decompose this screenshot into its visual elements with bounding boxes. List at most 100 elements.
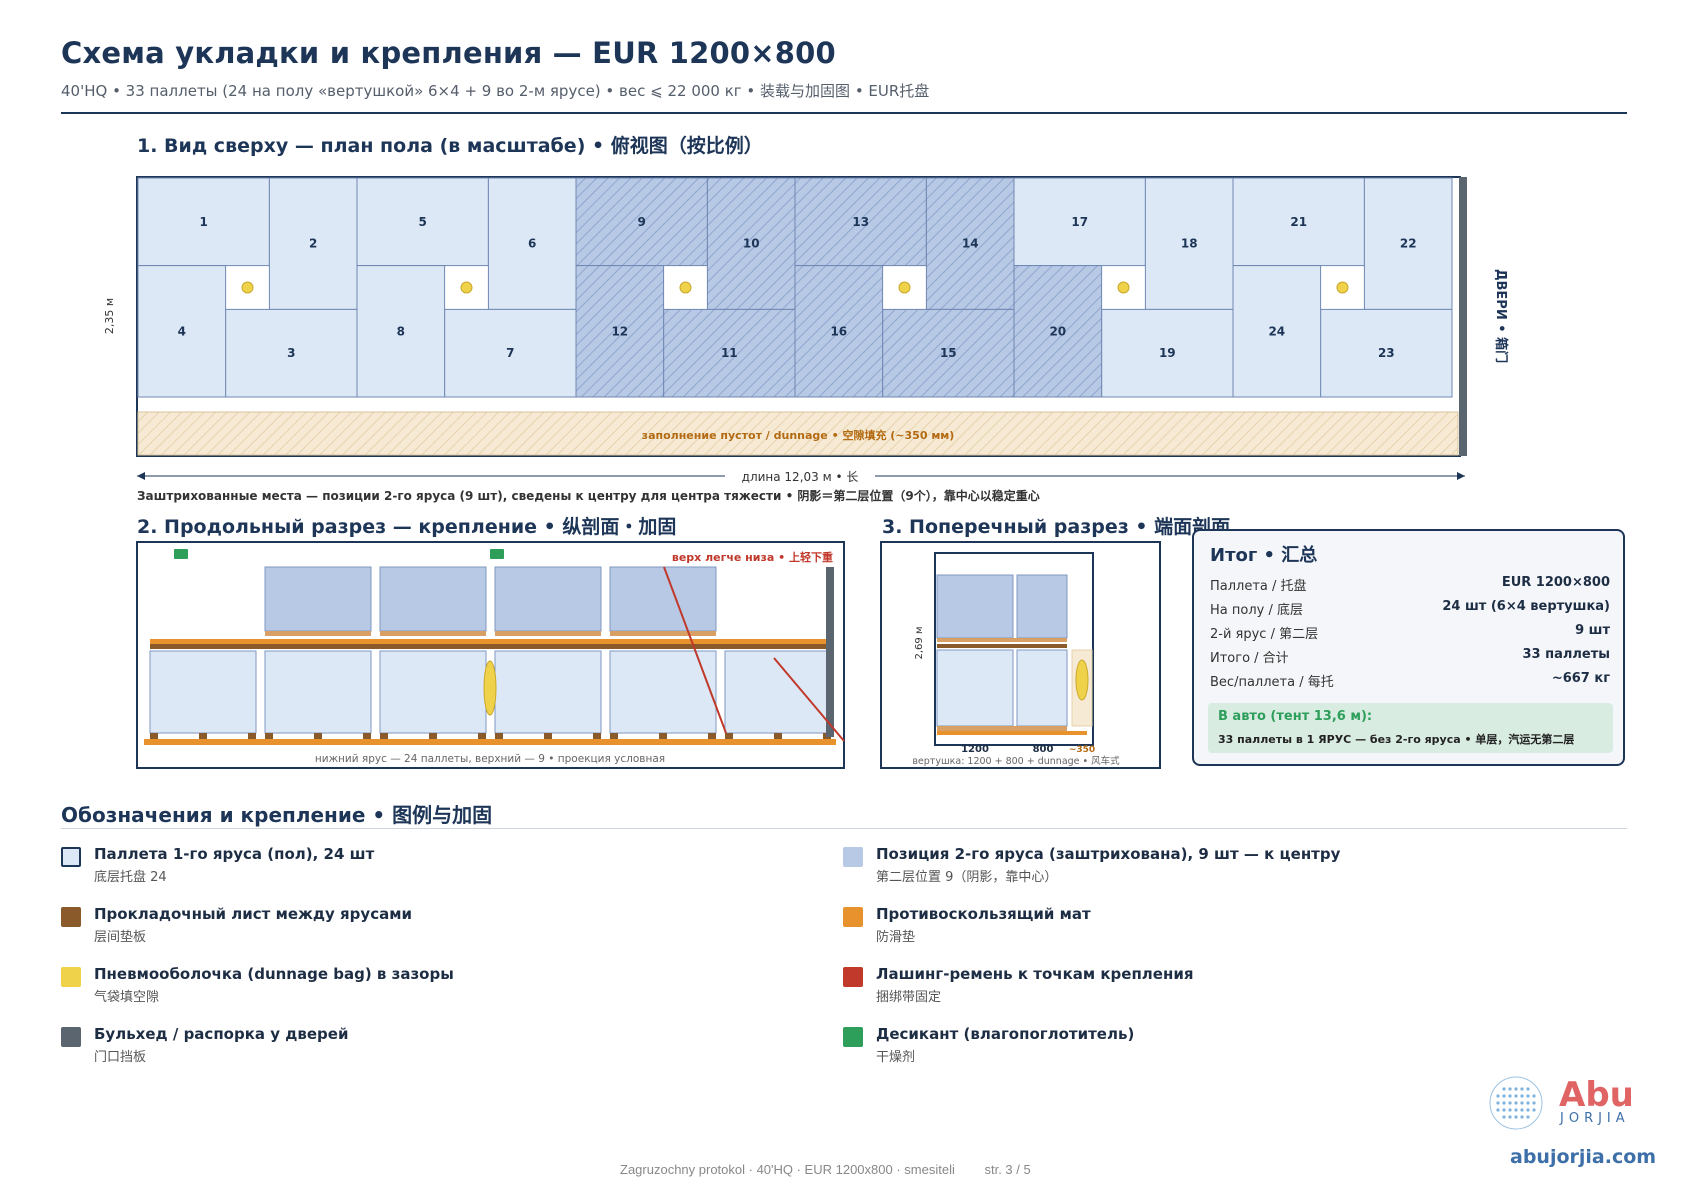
interlayer-sheet — [150, 644, 832, 649]
legend-sublabel: 门口挡板 — [94, 1050, 147, 1065]
cross-upper-1 — [936, 574, 1014, 639]
pallet-number: 7 — [506, 346, 514, 360]
upper-pallet-4 — [609, 566, 717, 632]
legend-label: Паллета 1-го яруса (пол), 24 шт — [94, 845, 375, 863]
pallet-17: 17 — [1013, 177, 1146, 267]
upper-base-1 — [265, 631, 371, 636]
dunnage-bag-marker — [1336, 281, 1349, 294]
lower-pallet-1 — [149, 650, 257, 734]
legend-sublabel: 底层托盘 24 — [94, 870, 167, 885]
logo-jorjia: JORJIA — [1560, 1111, 1630, 1126]
cross-section-diagram: 2,69 м 1200 800 ~350 вертушка: 1200 + 80… — [880, 541, 1161, 769]
dunnage-bag-marker — [898, 281, 911, 294]
legend-sublabel: 气袋填空隙 — [94, 990, 160, 1005]
legend-swatch — [61, 1027, 81, 1047]
legend-label: Десикант (влагопоглотитель) — [876, 1025, 1135, 1043]
dim-dunnage: ~350 — [1069, 745, 1095, 755]
dim-1200: 1200 — [961, 744, 989, 755]
summary-row-label: Паллета / 托盘 — [1210, 579, 1307, 594]
weight-warning: верх легче низа • 上轻下重 — [672, 550, 833, 564]
upper-pallet-2 — [379, 566, 487, 632]
legend-sublabel: 防滑垫 — [876, 930, 916, 945]
pallet-3: 3 — [225, 308, 358, 398]
legend-sublabel: 第二层位置 9（阴影，靠中心） — [876, 870, 1058, 885]
pallet-10: 10 — [706, 177, 796, 310]
dunnage-bag-marker — [679, 281, 692, 294]
pallet-number: 5 — [419, 215, 427, 229]
pallet-13: 13 — [794, 177, 927, 267]
door-bulkhead-side — [826, 567, 834, 737]
legend-swatch — [843, 1027, 863, 1047]
legend-divider — [61, 828, 1627, 829]
summary-row-value: ~667 кг — [1551, 671, 1610, 686]
length-label: длина 12,03 м • 长 — [742, 470, 859, 484]
pallet-15: 15 — [882, 308, 1015, 398]
legend-label: Прокладочный лист между ярусами — [94, 905, 412, 923]
pallet-number: 16 — [830, 324, 847, 338]
pallet-1: 1 — [137, 177, 270, 267]
long-section-diagram: верх легче низа • 上轻下重 нижний ярус — 24 … — [136, 541, 845, 769]
pallet-6: 6 — [487, 177, 577, 310]
legend-item-floor-pallet: Паллета 1-го яруса (пол), 24 шт 底层托盘 24 — [61, 845, 761, 889]
legend-label: Лашинг-ремень к точкам крепления — [876, 965, 1194, 983]
summary-row-value: 24 шт (6×4 вертушка) — [1442, 599, 1610, 614]
legend-sublabel: 捆绑带固定 — [876, 990, 942, 1005]
summary-row-label: Итого / 合计 — [1210, 651, 1289, 666]
legend-title: Обозначения и крепление • 图例与加固 — [61, 803, 493, 827]
dim-800: 800 — [1033, 744, 1054, 755]
pallet-9: 9 — [575, 177, 708, 267]
legend-item-antislip-mat: Противоскользящий мат 防滑垫 — [843, 905, 1543, 949]
page-subtitle: 40'HQ • 33 паллеты (24 на полу «вертушко… — [61, 82, 930, 100]
summary-row-label: Вес/паллета / 每托 — [1210, 675, 1334, 690]
pallet-number: 12 — [611, 324, 628, 338]
top-view-plan: заполнение пустот / dunnage • 空隙填充 (~350… — [103, 176, 1509, 484]
length-arrow-right — [1457, 472, 1465, 480]
pallet-5: 5 — [356, 177, 489, 267]
page-footer: Zagruzochny protokol · 40'HQ · EUR 1200x… — [620, 1162, 1031, 1177]
legend-item-interlayer: Прокладочный лист между ярусами 层间垫板 — [61, 905, 761, 949]
legend-label: Бульхед / распорка у дверей — [94, 1025, 349, 1043]
pallet-number: 13 — [852, 215, 869, 229]
legend-sublabel: 干燥剂 — [876, 1050, 916, 1065]
globe-icon — [1489, 1076, 1543, 1130]
pallet-18: 18 — [1144, 177, 1234, 310]
footer-page-number: str. 3 / 5 — [984, 1162, 1031, 1177]
top-view-note: Заштрихованные места — позиции 2-го ярус… — [137, 489, 1040, 503]
upper-base-4 — [610, 631, 716, 636]
pallet-number: 23 — [1378, 346, 1395, 360]
desiccant-2 — [490, 549, 504, 559]
pallet-19: 19 — [1101, 308, 1234, 398]
height-label: 2,69 м — [914, 627, 925, 660]
dunnage-label: заполнение пустот / dunnage • 空隙填充 (~350… — [642, 428, 955, 442]
summary-row-label: На полу / 底层 — [1210, 603, 1303, 618]
header-divider — [61, 112, 1627, 114]
cross-lower-1 — [936, 649, 1014, 727]
cross-section-title: 3. Поперечный разрез • 端面剖面 — [882, 516, 1231, 538]
cross-interlayer-sheet — [937, 644, 1067, 648]
pallet-number: 6 — [528, 237, 536, 251]
upper-pallet-1 — [264, 566, 372, 632]
legend-swatch — [843, 847, 863, 867]
truck-note-box: В авто (тент 13,6 м): 33 паллеты в 1 ЯРУ… — [1208, 703, 1613, 753]
legend-swatch — [61, 907, 81, 927]
top-view-title: 1. Вид сверху — план пола (в масштабе) •… — [137, 135, 763, 157]
door-bulkhead — [1459, 177, 1467, 456]
cross-floor-mat — [937, 731, 1087, 735]
pallet-number: 20 — [1049, 324, 1066, 338]
legend-label: Позиция 2-го яруса (заштрихована), 9 шт … — [876, 845, 1341, 863]
pallet-number: 15 — [940, 346, 957, 360]
pallet-number: 11 — [721, 346, 738, 360]
pallet-number: 2 — [309, 237, 317, 251]
legend-item-second-tier: Позиция 2-го яруса (заштрихована), 9 шт … — [843, 845, 1543, 889]
truck-note-text: 33 паллеты в 1 ЯРУС — без 2-го яруса • 单… — [1218, 733, 1575, 746]
cross-section-caption: вертушка: 1200 + 800 + dunnage • 风车式 — [912, 755, 1120, 767]
dunnage-bag-marker — [460, 281, 473, 294]
pallet-number: 17 — [1071, 215, 1088, 229]
logo-url: abujorjia.com — [1510, 1146, 1657, 1168]
upper-base-2 — [380, 631, 486, 636]
pallet-20: 20 — [1013, 265, 1103, 398]
pallet-number: 14 — [962, 237, 979, 251]
long-section-caption: нижний ярус — 24 паллеты, верхний — 9 • … — [315, 753, 665, 765]
pallet-21: 21 — [1232, 177, 1365, 267]
footer-text: Zagruzochny protokol · 40'HQ · EUR 1200x… — [620, 1162, 955, 1177]
